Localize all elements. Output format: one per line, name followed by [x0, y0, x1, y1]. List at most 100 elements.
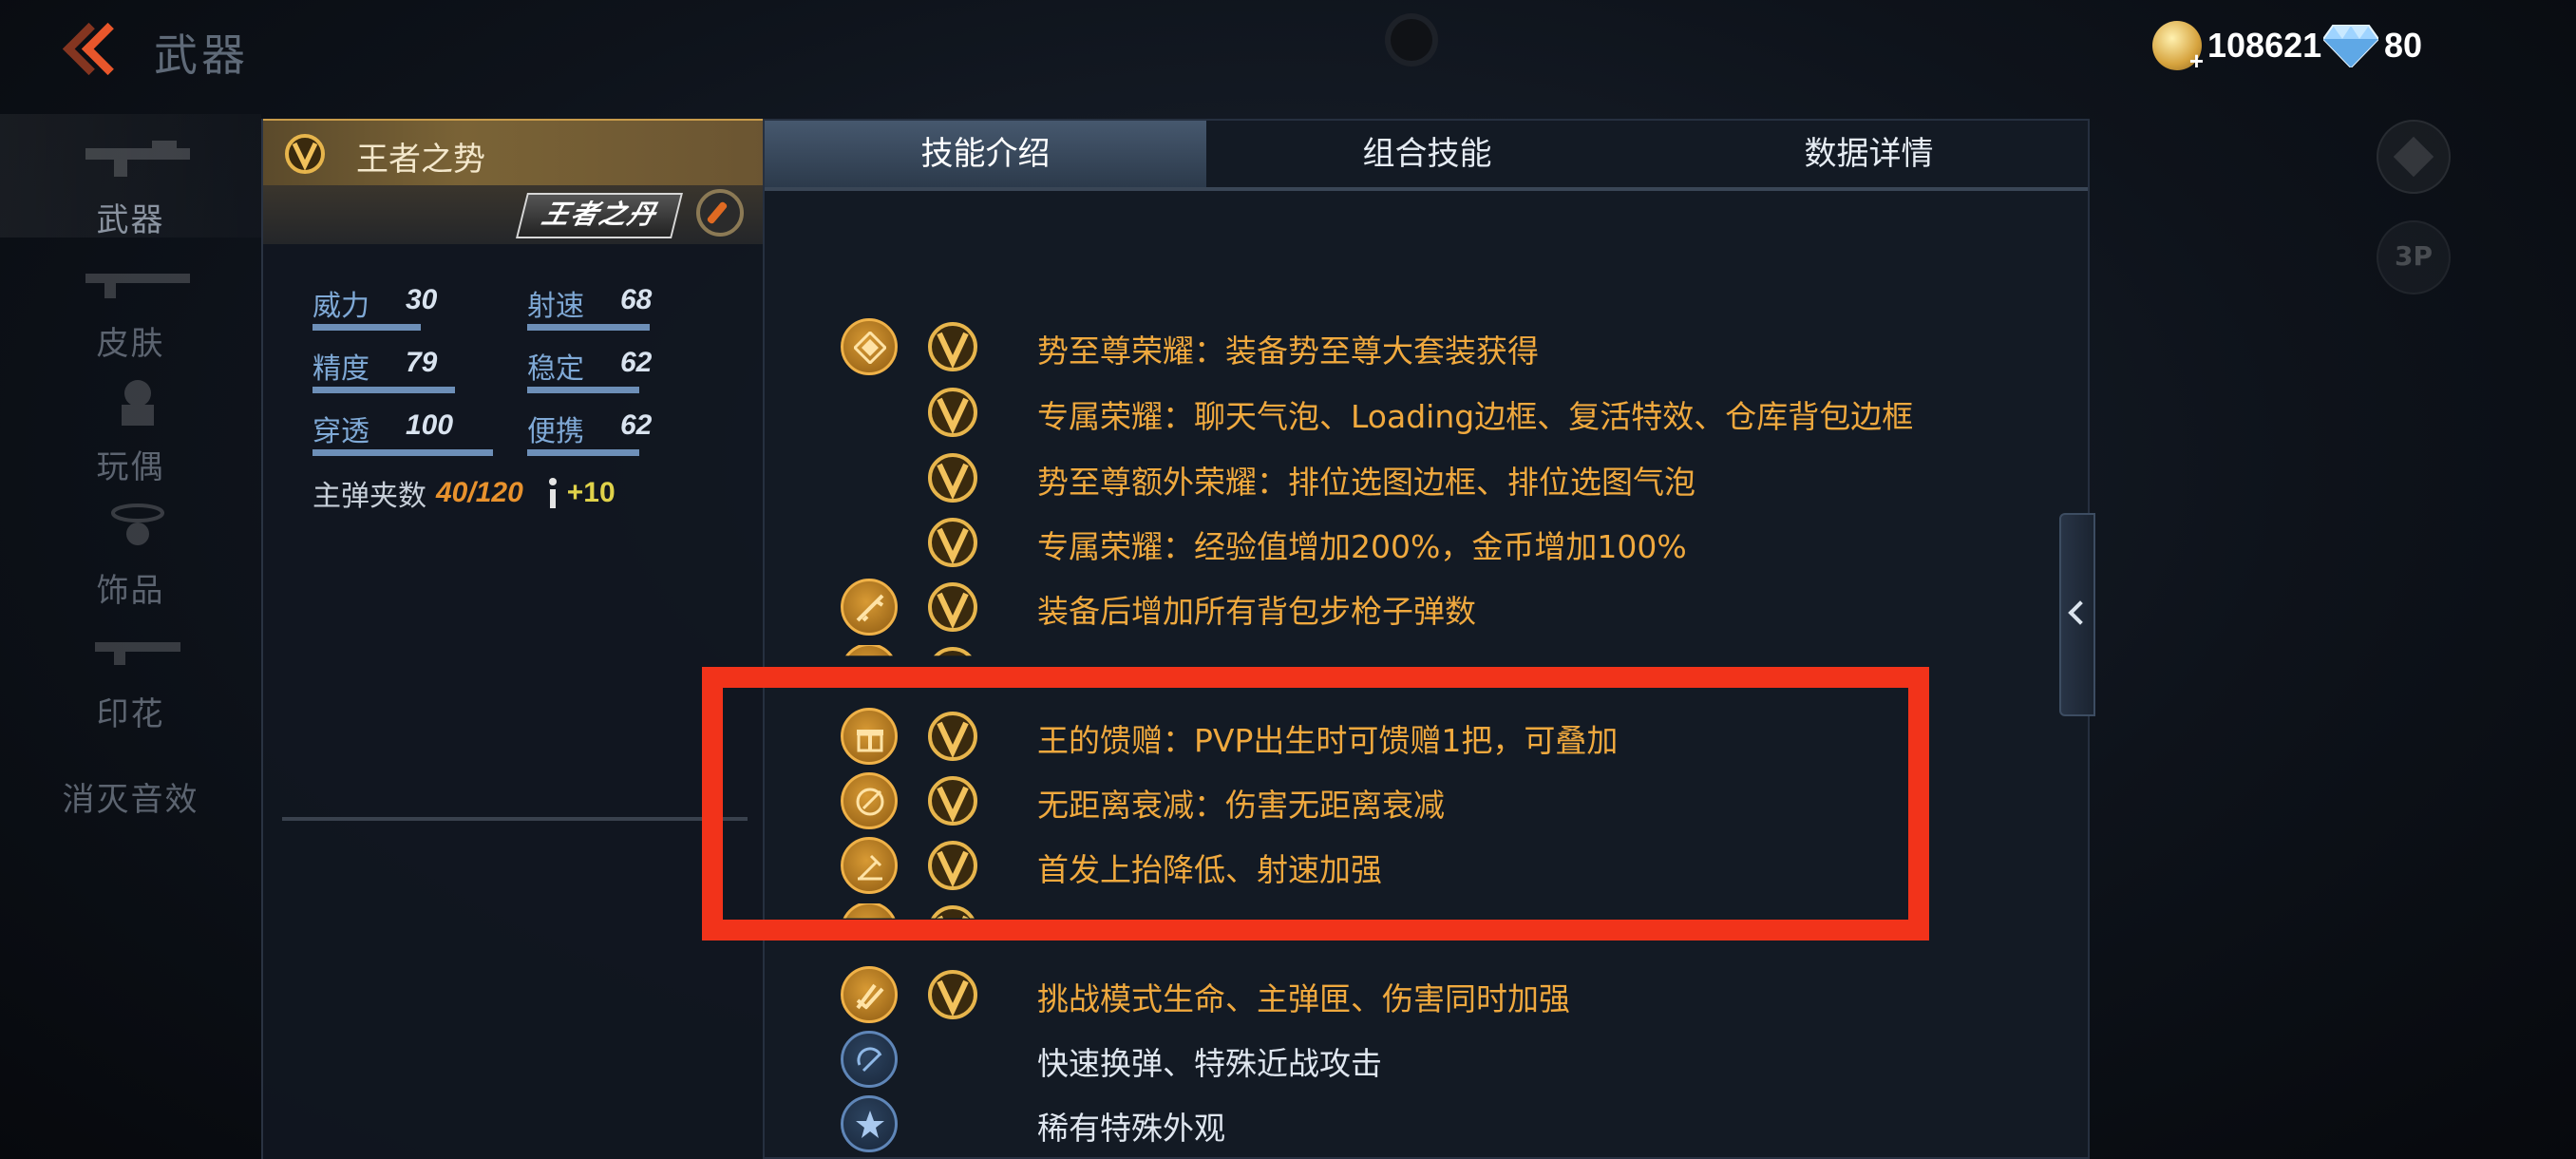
skill-row: 专属荣耀：经验值增加200%，金币增加100%: [765, 516, 2088, 569]
gold-coin-icon: [2152, 21, 2204, 76]
decal-icon: [95, 642, 180, 665]
info-icon: [548, 478, 558, 508]
skill-row: 快速换弹、特殊近战攻击: [765, 1031, 2088, 1088]
ornament-icon: [111, 504, 164, 545]
stat-value: 68: [620, 284, 653, 315]
rifle-ammo-icon: [841, 579, 898, 636]
stat-bar: [527, 324, 650, 331]
nav-label: 饰品: [96, 572, 165, 610]
skill-text: 装备后增加所有背包步枪子弹数: [1037, 593, 1476, 630]
challenge-icon: [841, 966, 898, 1023]
highlight-box: [702, 667, 1929, 940]
stat-value: 100: [406, 409, 454, 441]
nav-label: 武器: [96, 201, 165, 239]
diamond-emblem-icon: [841, 318, 898, 375]
page-title: 武器: [154, 29, 249, 81]
gold-amount: 108621: [2207, 26, 2322, 65]
nav-item-doll[interactable]: 玩偶: [0, 361, 261, 486]
stat-value: 62: [620, 409, 653, 441]
tab-combo-skill[interactable]: 组合技能: [1206, 121, 1648, 187]
v-badge-icon: [928, 970, 977, 1019]
nav-item-ornament[interactable]: 饰品: [0, 484, 261, 610]
ammo-row: 主弹夹数 40/120 +10: [313, 472, 616, 514]
stat-power: 威力 30: [313, 282, 493, 331]
stat-value: 79: [406, 347, 438, 378]
nav-label: 消灭音效: [62, 781, 199, 819]
skill-text: 势至尊荣耀：装备势至尊大套装获得: [1037, 332, 1539, 370]
skill-text: 快速换弹、特殊近战攻击: [1037, 1045, 1382, 1082]
nav-label: 玩偶: [96, 448, 165, 486]
stat-value: 30: [406, 284, 438, 315]
stat-bar: [527, 449, 639, 456]
skill-panel: 技能介绍 组合技能 数据详情 势至尊荣耀：装备势至尊大套装获得 专属荣耀：聊天气…: [763, 119, 2090, 1159]
stat-portability: 便携 62: [527, 408, 708, 456]
weapon-name: 王者之势: [356, 141, 485, 179]
reload-icon: [841, 1031, 898, 1088]
nav-item-sound[interactable]: 消灭音效: [0, 732, 261, 855]
stat-bar: [313, 449, 493, 456]
stat-label: 威力: [313, 290, 369, 323]
left-nav: 武器 皮肤 玩偶 饰品 印花 消灭音效: [0, 114, 261, 1064]
stat-label: 穿透: [313, 415, 369, 448]
skin-icon: [85, 274, 190, 298]
compass-icon[interactable]: [696, 189, 744, 237]
diamond-amount: 80: [2384, 26, 2423, 65]
star-icon: [841, 1095, 898, 1152]
skill-text: 势至尊额外荣耀：排位选图边框、排位选图气泡: [1037, 464, 1695, 501]
diamond-icon: [2323, 25, 2378, 67]
top-bar: 武器 108621 80: [0, 0, 2576, 104]
stat-bar: [313, 324, 421, 331]
skill-text: 专属荣耀：经验值增加200%，金币增加100%: [1037, 528, 1687, 565]
skill-row: 专属荣耀：聊天气泡、Loading边框、复活特效、仓库背包边框: [765, 386, 2088, 439]
v-badge-icon: [285, 134, 325, 174]
stat-label: 稳定: [527, 352, 584, 386]
ammo-label: 主弹夹数: [313, 480, 426, 513]
divider: [282, 817, 748, 821]
stat-label: 精度: [313, 352, 369, 386]
nav-item-skin[interactable]: 皮肤: [0, 238, 261, 363]
v-badge-icon: [928, 388, 977, 437]
stat-label: 射速: [527, 290, 584, 323]
dpad-button[interactable]: [2377, 120, 2451, 194]
stat-value: 62: [620, 347, 653, 378]
back-button[interactable]: [57, 21, 135, 78]
skill-text: 专属荣耀：聊天气泡、Loading边框、复活特效、仓库背包边框: [1037, 398, 1914, 435]
weapon-logo: 王者之丹: [516, 193, 683, 238]
gold-currency[interactable]: 108621: [2152, 17, 2322, 76]
nav-label: 印花: [96, 695, 165, 733]
nav-item-decal[interactable]: 印花: [0, 608, 261, 733]
doll-icon: [122, 380, 154, 426]
tab-skill-intro[interactable]: 技能介绍: [765, 121, 1206, 187]
v-badge-icon: [928, 518, 977, 567]
skill-text: 挑战模式生命、主弹匣、伤害同时加强: [1037, 980, 1570, 1017]
camera-hole: [1391, 19, 1432, 61]
nav-label: 皮肤: [96, 325, 165, 363]
chevron-left-icon: [2068, 600, 2093, 625]
v-badge-icon: [928, 453, 977, 503]
tab-bar: 技能介绍 组合技能 数据详情: [765, 121, 2088, 191]
weapon-info-panel: 王者之势 王者之丹 威力 30 射速 68 精度 79 稳定 62 穿透 100…: [261, 119, 765, 1159]
skill-row: 势至尊荣耀：装备势至尊大套装获得: [765, 318, 2088, 375]
weapon-header: 王者之势: [263, 119, 765, 187]
skill-row: 挑战模式生命、主弹匣、伤害同时加强: [765, 966, 2088, 1023]
ammo-value: 40/120: [436, 477, 523, 508]
stat-label: 便携: [527, 415, 584, 448]
skill-row: 装备后增加所有背包步枪子弹数: [765, 579, 2088, 636]
skill-row: 稀有特殊外观: [765, 1095, 2088, 1152]
stat-fire-rate: 射速 68: [527, 282, 708, 331]
stat-bar: [527, 387, 639, 393]
stat-penetration: 穿透 100: [313, 408, 493, 456]
stat-accuracy: 精度 79: [313, 345, 493, 393]
rifle-icon: [85, 141, 190, 177]
third-person-view-button[interactable]: 3P: [2377, 220, 2451, 294]
stat-bar: [313, 387, 455, 393]
ammo-bonus: +10: [566, 477, 616, 508]
dpad-icon: [2393, 136, 2434, 178]
weapon-subheader: 王者之丹: [263, 185, 765, 244]
v-badge-icon: [928, 322, 977, 371]
v-badge-icon: [928, 582, 977, 632]
collapse-tab[interactable]: [2059, 513, 2095, 716]
nav-item-weapon[interactable]: 武器: [0, 114, 261, 239]
tab-data-details[interactable]: 数据详情: [1648, 121, 2088, 187]
diamond-currency[interactable]: 80: [2323, 17, 2422, 74]
